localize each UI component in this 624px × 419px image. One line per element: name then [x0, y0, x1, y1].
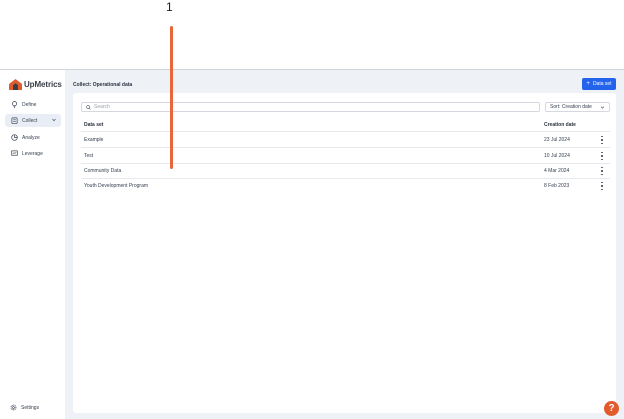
clipboard-icon — [11, 117, 18, 124]
row-divider — [81, 147, 610, 148]
sidebar-item-analyze[interactable]: Analyze — [5, 131, 61, 144]
sidebar-item-settings[interactable]: Settings — [10, 404, 39, 411]
chevron-down-icon — [600, 106, 605, 109]
row-creation-date: 8 Feb 2023 — [544, 183, 570, 189]
lightbulb-icon — [11, 101, 18, 108]
annotation-number: 1 — [166, 0, 173, 14]
plus-icon: + — [586, 81, 590, 87]
data-set-card: Sort: Creation date Data set Creation da… — [73, 93, 616, 413]
gear-icon — [10, 404, 17, 411]
sidebar-item-define[interactable]: Define — [5, 98, 61, 111]
row-creation-date: 23 Jul 2024 — [544, 137, 570, 143]
column-header-creation-date[interactable]: Creation date — [544, 122, 576, 128]
sidebar-item-label: Leverage — [22, 150, 43, 157]
search-input[interactable] — [94, 104, 494, 110]
sidebar-item-label: Collect — [22, 117, 38, 124]
app-name: UpMetrics — [24, 80, 62, 89]
sort-dropdown[interactable]: Sort: Creation date — [545, 102, 610, 112]
sidebar-item-label: Define — [22, 101, 37, 108]
column-header-data-set[interactable]: Data set — [84, 122, 103, 128]
pie-chart-icon — [11, 134, 18, 141]
row-data-set-name[interactable]: Test — [84, 153, 93, 159]
row-creation-date: 10 Jul 2024 — [544, 153, 570, 159]
sidebar-item-leverage[interactable]: Leverage — [5, 147, 61, 160]
row-divider — [81, 178, 610, 179]
add-data-set-label: Data set — [592, 81, 612, 87]
row-data-set-name[interactable]: Youth Development Program — [84, 183, 148, 189]
app-window: UpMetrics Define Collect Analyze Leverag… — [0, 69, 624, 419]
row-kebab-menu-icon[interactable] — [600, 182, 604, 190]
presentation-icon — [11, 150, 18, 157]
search-box[interactable] — [81, 102, 540, 112]
row-data-set-name[interactable]: Example — [84, 137, 103, 143]
search-icon — [86, 104, 91, 110]
sort-label: Sort: Creation date — [550, 104, 592, 110]
page-title: Collect: Operational data — [73, 82, 133, 88]
row-kebab-menu-icon[interactable] — [600, 136, 604, 144]
help-button[interactable]: ? — [604, 401, 619, 416]
upmetrics-logo-icon — [9, 79, 22, 90]
add-data-set-button[interactable]: + Data set — [582, 78, 616, 90]
annotation-marker-line — [170, 26, 173, 169]
logo[interactable]: UpMetrics — [9, 79, 62, 90]
row-divider — [81, 163, 610, 164]
main-content: Collect: Operational data + Data set Sor… — [66, 70, 624, 419]
row-creation-date: 4 Mar 2024 — [544, 168, 570, 174]
sidebar: UpMetrics Define Collect Analyze Leverag… — [0, 70, 66, 419]
chevron-down-icon — [52, 118, 56, 122]
sidebar-item-label: Analyze — [22, 134, 40, 141]
settings-label: Settings — [21, 404, 40, 411]
sidebar-item-collect[interactable]: Collect — [5, 114, 61, 127]
header-divider — [81, 131, 610, 132]
row-kebab-menu-icon[interactable] — [600, 152, 604, 160]
row-data-set-name[interactable]: Community Data — [84, 168, 121, 174]
row-kebab-menu-icon[interactable] — [600, 167, 604, 175]
